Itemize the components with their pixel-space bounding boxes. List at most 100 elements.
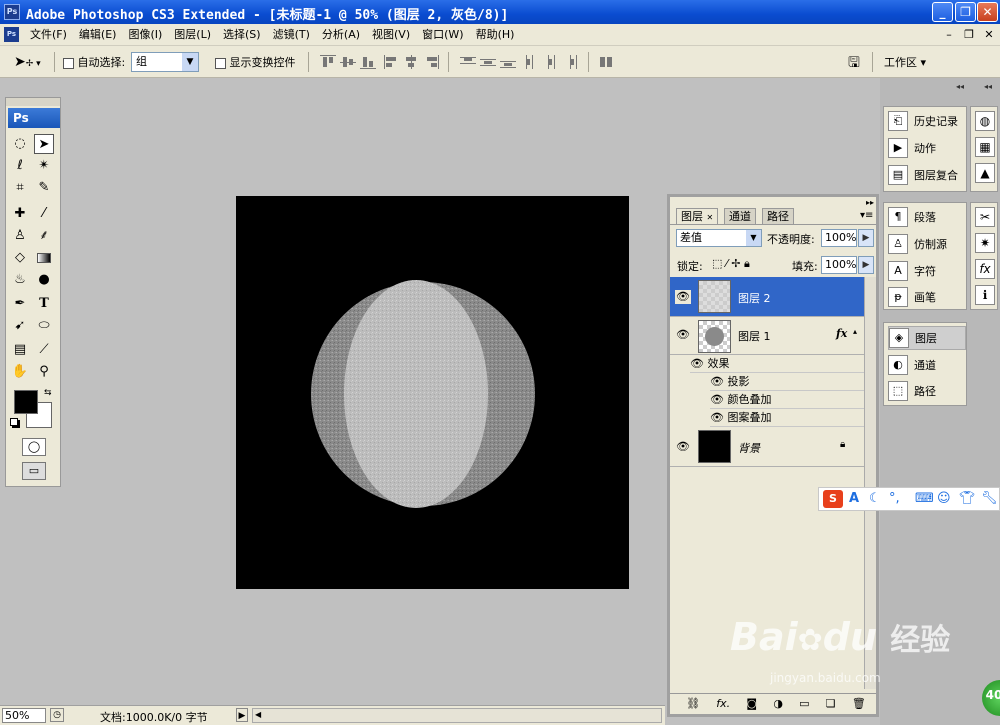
expand-effects-icon[interactable]: ▴ [853, 327, 857, 336]
moon-icon[interactable]: ☾ [869, 491, 881, 506]
gradient-tool-icon[interactable] [34, 248, 54, 268]
navigator-icon[interactable]: ◍ [975, 111, 995, 131]
dock-item-brushes[interactable]: ᵽ 画笔 [888, 285, 966, 309]
path-selection-tool-icon[interactable]: ➹ [10, 316, 30, 336]
opacity-field[interactable]: 100% [821, 229, 857, 247]
swatches-icon[interactable]: ▦ [975, 137, 995, 157]
dock-item-character[interactable]: A 字符 [888, 259, 966, 283]
align-bottom-icon[interactable] [360, 55, 376, 69]
dock-item-channels[interactable]: ◐ 通道 [888, 353, 966, 377]
dock-item-layers[interactable]: ◈ 图层 [888, 326, 966, 350]
panel-collapse-arrows[interactable]: ▸▸ [866, 198, 874, 207]
user-icon[interactable]: ☺ [937, 491, 951, 506]
dock-item-actions[interactable]: ▶ 动作 [888, 136, 966, 160]
dock-collapse-arrows[interactable]: ◂◂ ◂◂ [880, 82, 1000, 92]
align-vcenter-icon[interactable] [340, 55, 356, 69]
tab-paths[interactable]: 路径 [762, 208, 794, 224]
scroll-left-icon[interactable]: ◀ [255, 710, 261, 719]
menu-select[interactable]: 选择(S) [217, 24, 267, 46]
auto-select-dropdown[interactable]: 组 ▼ [131, 52, 199, 72]
distribute-top-icon[interactable] [460, 55, 476, 69]
tab-close-icon[interactable]: ✕ [707, 213, 714, 222]
layer-row-layer2[interactable]: 👁︎ 图层 2 [670, 277, 864, 317]
doc-restore-button[interactable]: ❐ [960, 27, 978, 43]
blend-mode-dropdown[interactable]: 差值 ▼ [676, 229, 762, 247]
auto-select-checkbox[interactable] [63, 57, 74, 69]
layer-fx-badge[interactable]: fx [836, 327, 847, 340]
effects-group[interactable]: 👁︎ 效果 [690, 355, 864, 373]
add-style-button[interactable]: fx. [716, 697, 730, 713]
zoom-field[interactable]: 50% [2, 708, 46, 723]
punctuation-icon[interactable]: °, [889, 491, 900, 506]
marquee-tool-icon[interactable]: ◌ [10, 134, 30, 154]
doc-close-button[interactable]: ✕ [980, 27, 998, 43]
hand-tool-icon[interactable]: ✋ [10, 362, 30, 382]
align-left-icon[interactable] [384, 55, 400, 69]
effect-pattern-overlay[interactable]: 👁︎ 图案叠加 [710, 409, 864, 427]
distribute-bottom-icon[interactable] [500, 55, 516, 69]
show-transform-checkbox[interactable] [215, 57, 226, 69]
menu-filter[interactable]: 滤镜(T) [267, 24, 316, 46]
distribute-left-icon[interactable] [524, 55, 540, 69]
effects-eye-icon[interactable]: 👁︎ [690, 357, 704, 370]
history-brush-tool-icon[interactable]: ⸙ [34, 226, 54, 246]
styles-icon[interactable]: fx [975, 259, 995, 279]
close-button[interactable]: ✕ [977, 2, 998, 22]
ellipse-tool-icon[interactable]: ⬭ [34, 316, 54, 336]
slice-tool-icon[interactable]: ✎ [34, 178, 54, 198]
screen-mode-icon[interactable]: ▭ [22, 462, 46, 480]
dock-item-layer-comps[interactable]: ▤ 图层复合 [888, 163, 966, 187]
notes-tool-icon[interactable]: ▤ [10, 340, 30, 360]
minimize-button[interactable]: _ [932, 2, 953, 22]
magic-wand-tool-icon[interactable]: ✴ [34, 156, 54, 176]
fill-field[interactable]: 100% [821, 256, 857, 274]
document-icon[interactable]: Ps [4, 27, 19, 42]
distribute-hcenter-icon[interactable] [544, 55, 560, 69]
quick-mask-icon[interactable]: ◯ [22, 438, 46, 456]
fill-slider-arrow[interactable]: ▶ [858, 256, 874, 274]
default-colors-icon[interactable] [10, 418, 18, 426]
move-tool-preset-icon[interactable]: ➤✢ ▾ [14, 54, 41, 70]
distribute-right-icon[interactable] [564, 55, 580, 69]
foreground-color-swatch[interactable] [14, 390, 38, 414]
zoom-tool-icon[interactable]: ⚲ [34, 362, 54, 382]
lock-transparent-icon[interactable]: ⬚ [712, 257, 722, 270]
dock-item-paragraph[interactable]: ¶ 段落 [888, 205, 966, 229]
settings-wrench-icon[interactable]: 🔧︎ [981, 491, 998, 506]
menu-file[interactable]: 文件(F) [24, 24, 73, 46]
effect-color-overlay[interactable]: 👁︎ 颜色叠加 [710, 391, 864, 409]
dodge-tool-icon[interactable]: ● [34, 270, 54, 290]
document-canvas[interactable] [236, 196, 629, 589]
layer-row-background[interactable]: 👁︎ 背景 🔒︎ [670, 427, 864, 467]
brush-tool-icon[interactable]: ⁄ [34, 204, 54, 224]
link-layers-icon[interactable]: ⛓ [686, 697, 700, 713]
opacity-slider-arrow[interactable]: ▶ [858, 229, 874, 247]
doc-minimize-button[interactable]: – [940, 27, 958, 43]
lock-image-icon[interactable]: ⁄ [726, 257, 728, 270]
crop-tool-icon[interactable]: ⌗ [10, 178, 30, 198]
visibility-eye-icon[interactable]: 👁︎ [675, 328, 691, 342]
skin-icon[interactable]: 👕︎ [959, 491, 976, 506]
status-menu-arrow[interactable]: ▶ [236, 708, 248, 722]
blur-tool-icon[interactable]: ♨ [10, 270, 30, 290]
panel-menu-icon[interactable]: ▾≡ [860, 210, 873, 221]
align-right-icon[interactable] [424, 55, 440, 69]
info-icon[interactable]: ℹ [975, 285, 995, 305]
menu-edit[interactable]: 编辑(E) [73, 24, 123, 46]
file-browser-icon[interactable]: 🖫 [842, 52, 866, 72]
menu-window[interactable]: 窗口(W) [416, 24, 469, 46]
pen-tool-icon[interactable]: ✒ [10, 294, 30, 314]
dock-item-paths[interactable]: ⬚ 路径 [888, 379, 966, 403]
ime-mode-icon[interactable]: A [849, 491, 859, 506]
menu-analysis[interactable]: 分析(A) [316, 24, 366, 46]
swap-colors-icon[interactable]: ⇆ [44, 388, 52, 398]
histogram-icon[interactable]: ▲ [975, 163, 995, 183]
visibility-eye-icon[interactable]: 👁︎ [675, 440, 691, 454]
healing-brush-tool-icon[interactable]: ✚ [10, 204, 30, 224]
effect-eye-icon[interactable]: 👁︎ [710, 393, 724, 406]
eraser-tool-icon[interactable]: ◇ [10, 248, 30, 268]
maximize-button[interactable]: ❐ [955, 2, 976, 22]
effect-drop-shadow[interactable]: 👁︎ 投影 [710, 373, 864, 391]
sogou-ime-icon[interactable]: S [823, 490, 843, 508]
lock-all-icon[interactable]: 🔒︎ [744, 257, 750, 270]
